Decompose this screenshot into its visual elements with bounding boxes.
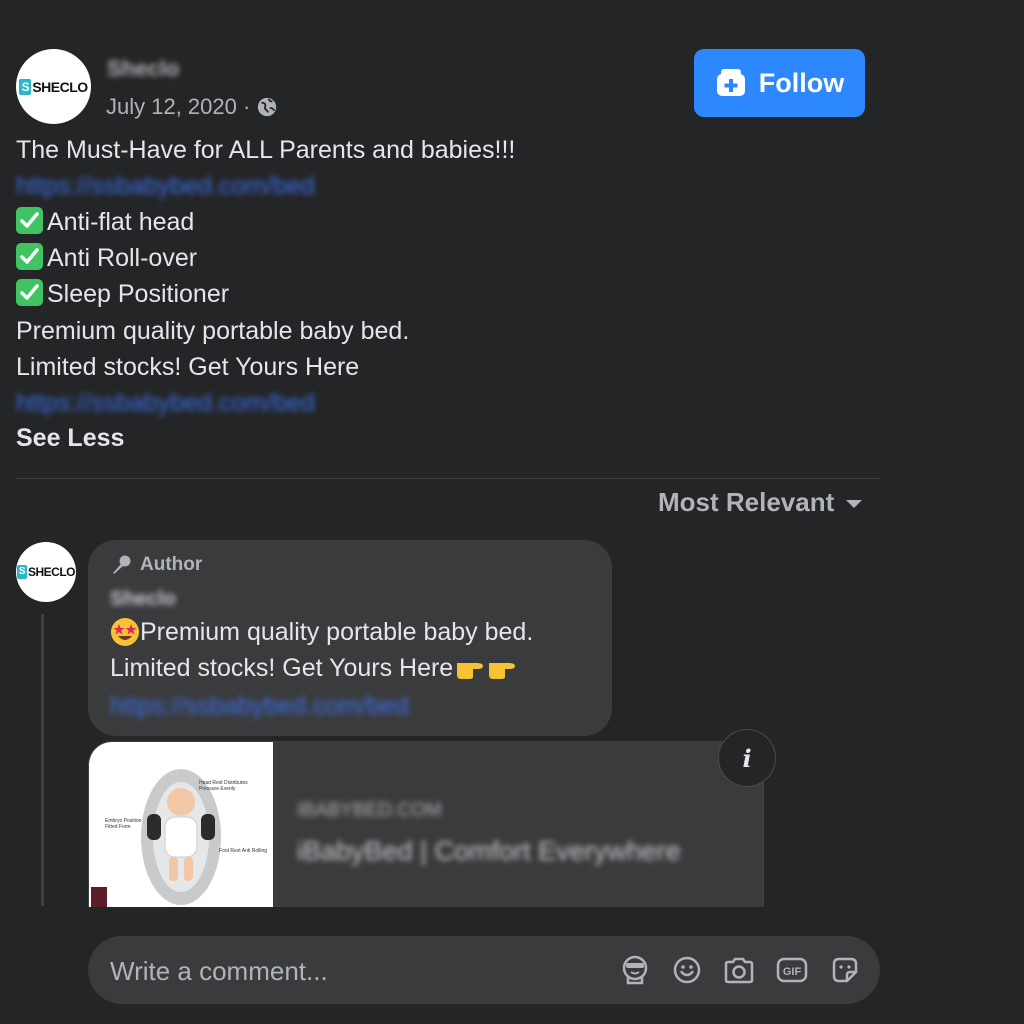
feature-2: Anti Roll-over xyxy=(16,240,197,276)
sticker-icon[interactable] xyxy=(828,953,862,987)
see-less-link[interactable]: See Less xyxy=(16,420,124,456)
camera-icon[interactable] xyxy=(722,953,756,987)
preview-title: iBabyBed | Comfort Everywhere xyxy=(297,836,681,866)
comment-composer[interactable] xyxy=(88,936,880,1004)
sheclo-logo: S SHECLO xyxy=(16,565,76,579)
comment-line-1-text: Premium quality portable baby bed. xyxy=(140,618,534,646)
follow-label: Follow xyxy=(758,67,845,98)
check-icon xyxy=(16,243,43,270)
image-label-foot: Foot Rest Anti Rolling xyxy=(219,848,268,854)
author-badge: Author xyxy=(110,554,202,576)
preview-text-area: IBABYBED.COM iBabyBed | Comfort Everywhe… xyxy=(273,742,763,907)
post-headline: The Must-Have for ALL Parents and babies… xyxy=(16,136,516,164)
feature-1: Anti-flat head xyxy=(16,204,194,240)
link-preview-card[interactable]: Head Rest Distributes Pressure Evenly Em… xyxy=(88,741,764,907)
caret-down-icon xyxy=(846,499,863,508)
gif-icon[interactable]: GIF xyxy=(775,953,809,987)
info-icon: i xyxy=(742,743,752,773)
comment-line-2-text: Limited stocks! Get Yours Here xyxy=(110,654,454,682)
post-limited-line: Limited stocks! Get Yours Here xyxy=(16,353,360,381)
emoji-icon[interactable] xyxy=(670,953,704,987)
sort-label: Most Relevant xyxy=(658,487,835,517)
post-date[interactable]: July 12, 2020 · xyxy=(106,94,278,120)
post-link-1[interactable]: https://ssbabybed.com/bed xyxy=(16,168,315,204)
feature-1-label: Anti-flat head xyxy=(47,208,195,236)
pointing-right-emoji-icon xyxy=(489,663,516,679)
post-author-name[interactable]: Sheclo xyxy=(107,56,179,82)
microphone-icon xyxy=(113,555,131,574)
check-icon xyxy=(16,279,43,306)
svg-text:GIF: GIF xyxy=(783,966,802,978)
comment-input[interactable] xyxy=(108,950,592,992)
author-badge-label: Author xyxy=(140,554,203,575)
comment-sort-dropdown[interactable]: Most Relevant xyxy=(658,487,864,518)
avatar-sticker-icon[interactable] xyxy=(618,953,652,987)
star-struck-emoji-icon xyxy=(111,618,139,646)
follow-button[interactable]: Follow xyxy=(694,49,865,117)
feature-3-label: Sleep Positioner xyxy=(47,280,230,308)
preview-image: Head Rest Distributes Pressure Evenly Em… xyxy=(89,742,273,907)
comment-author-name[interactable]: Sheclo xyxy=(110,588,176,611)
image-label-head: Head Rest Distributes Pressure Evenly xyxy=(199,780,248,792)
post-date-text: July 12, 2020 · xyxy=(106,94,251,119)
image-label-embryo: Embryo Position Fitted Form xyxy=(105,818,142,830)
feature-2-label: Anti Roll-over xyxy=(47,244,198,272)
pointing-right-emoji-icon xyxy=(457,663,484,679)
post-divider xyxy=(16,478,880,479)
sheclo-logo: S SHECLO xyxy=(19,78,88,95)
page-avatar[interactable]: S SHECLO xyxy=(16,49,91,124)
comment-avatar[interactable]: S SHECLO xyxy=(16,542,76,602)
follow-page-icon xyxy=(716,69,745,96)
preview-domain: IBABYBED.COM xyxy=(297,800,442,821)
info-button[interactable]: i xyxy=(718,729,776,787)
thread-line xyxy=(41,614,44,906)
comment-line-2: Limited stocks! Get Yours Here xyxy=(110,650,519,686)
check-icon xyxy=(16,207,43,234)
comment-line-1: Premium quality portable baby bed. xyxy=(110,614,533,650)
feature-3: Sleep Positioner xyxy=(16,276,229,312)
logo-text: SHECLO xyxy=(27,565,76,579)
post-link-2[interactable]: https://ssbabybed.com/bed xyxy=(16,385,315,421)
post-premium-line: Premium quality portable baby bed. xyxy=(16,317,410,345)
logo-text: SHECLO xyxy=(32,78,88,95)
comment-link[interactable]: https://ssbabybed.com/bed xyxy=(110,688,409,724)
globe-icon xyxy=(258,97,277,117)
